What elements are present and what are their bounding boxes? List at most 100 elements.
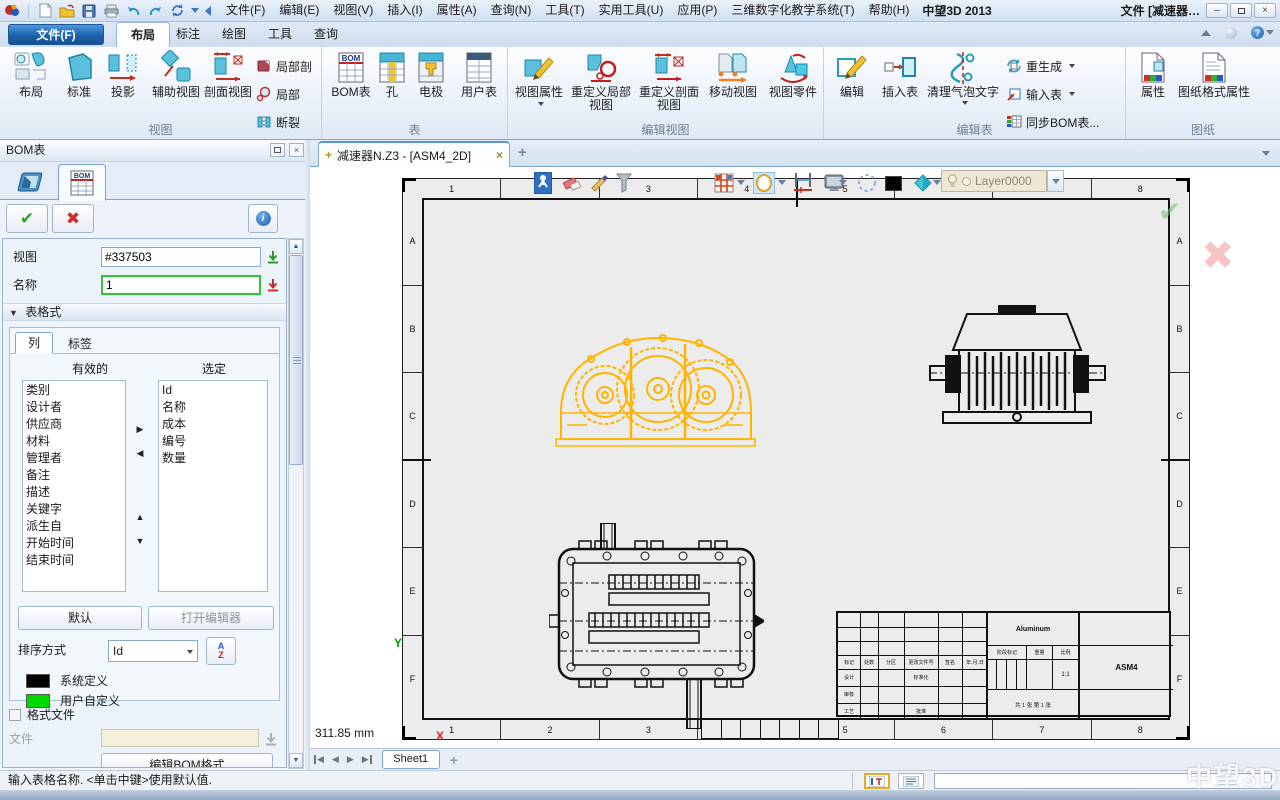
format-file-checkbox[interactable] <box>9 709 21 721</box>
tab-inquire[interactable]: 查询 <box>300 22 352 47</box>
hole-table-button[interactable]: 孔 <box>376 49 408 127</box>
grid-dropdown-icon[interactable] <box>737 180 745 185</box>
ellipse-tool-icon[interactable] <box>753 170 775 196</box>
menu-utilities[interactable]: 实用工具(U) <box>592 0 671 21</box>
menu-inquire[interactable]: 查询(N) <box>484 0 539 21</box>
last-sheet-button[interactable]: ▶ <box>362 755 372 764</box>
open-file-icon[interactable] <box>59 3 75 19</box>
regen-rotate-icon[interactable] <box>169 3 185 19</box>
add-sheet-button[interactable]: + <box>450 752 458 768</box>
redo-icon[interactable] <box>147 3 163 19</box>
prev-sheet-button[interactable]: ◀ <box>332 755 339 764</box>
list-item[interactable]: 材料 <box>26 433 122 450</box>
exit-sketch-icon[interactable] <box>534 170 552 196</box>
available-columns-list[interactable]: 类别 设计者 供应商 材料 管理者 备注 描述 关键字 派生自 开始时间 结束时… <box>22 380 126 592</box>
clean-balloon-text-button[interactable]: 清理气泡文字 <box>926 49 1000 127</box>
electrode-table-button[interactable]: 电极 <box>410 49 452 127</box>
info-button[interactable]: i <box>248 204 278 233</box>
sheet-settings-tab[interactable] <box>8 167 52 198</box>
name-field-input[interactable] <box>101 275 261 295</box>
sphere-icon[interactable] <box>1225 27 1237 39</box>
panel-close-button[interactable]: × <box>289 143 304 157</box>
menu-insert[interactable]: 插入(I) <box>380 0 429 21</box>
next-sheet-button[interactable]: ▶ <box>347 755 354 764</box>
tab-close-icon[interactable]: × <box>496 148 503 162</box>
standard-view-button[interactable]: 标准 <box>57 49 101 127</box>
tab-labels[interactable]: 标签 <box>56 334 104 356</box>
ok-button[interactable]: ✔ <box>6 204 48 233</box>
sync-bom-button[interactable]: 同步BOM表... <box>1006 110 1099 134</box>
sort-direction-button[interactable]: A Z <box>206 637 236 665</box>
import-table-button[interactable]: 输入表 <box>1006 82 1075 106</box>
list-item[interactable]: 结束时间 <box>26 552 122 569</box>
projection-view-button[interactable]: 投影 <box>101 49 145 127</box>
eraser-icon[interactable] <box>562 170 582 196</box>
panel-scrollbar[interactable]: ▲ ▼ <box>288 238 304 769</box>
menu-attributes[interactable]: 属性(A) <box>430 0 484 21</box>
table-format-section-header[interactable]: ▼ 表格式 <box>3 303 286 321</box>
message-log-button[interactable] <box>898 773 924 789</box>
view-part-button[interactable]: 视图零件 <box>764 49 822 127</box>
name-pick-button[interactable] <box>264 276 282 294</box>
view-attributes-button[interactable]: 视图属性 <box>512 49 566 127</box>
undo-icon[interactable] <box>125 3 141 19</box>
list-item[interactable]: 数量 <box>162 450 264 467</box>
list-item[interactable]: 编号 <box>162 433 264 450</box>
first-sheet-button[interactable]: ◀ <box>314 755 324 764</box>
dashed-circle-icon[interactable] <box>857 170 877 196</box>
move-up-button[interactable]: ▲ <box>132 512 148 522</box>
move-down-button[interactable]: ▼ <box>132 536 148 546</box>
broken-view-button[interactable]: 断裂 <box>256 110 300 134</box>
list-item[interactable]: 关键字 <box>26 501 122 518</box>
display-dropdown-icon[interactable] <box>839 180 847 185</box>
regenerate-button[interactable]: 重生成 <box>1006 54 1075 78</box>
restore-button[interactable] <box>1230 3 1252 18</box>
ribbon-collapse-icon[interactable] <box>1201 30 1211 36</box>
dimension-icon[interactable] <box>793 170 813 196</box>
view-pick-button[interactable] <box>264 248 282 266</box>
add-column-button[interactable]: ▶ <box>132 424 148 435</box>
move-view-button[interactable]: 移动视图 <box>704 49 762 127</box>
save-icon[interactable] <box>81 3 97 19</box>
panel-restore-button[interactable] <box>270 143 285 157</box>
minimize-button[interactable]: – <box>1206 3 1228 18</box>
sort-mode-select[interactable]: Id <box>108 640 198 662</box>
new-document-tab-button[interactable]: + <box>518 144 527 161</box>
layer-dropdown-button[interactable] <box>1047 170 1064 192</box>
open-editor-button[interactable]: 打开编辑器 <box>148 606 274 630</box>
help-button[interactable]: ? <box>1251 26 1274 39</box>
list-item[interactable]: 供应商 <box>26 416 122 433</box>
menu-3d-teaching-system[interactable]: 三维数字化教学系统(T) <box>724 0 861 21</box>
drawing-sheet[interactable]: 12345678 12345678 ABCDEF ABCDEF <box>402 178 1190 740</box>
view-field-input[interactable] <box>101 247 261 267</box>
selected-columns-list[interactable]: Id 名称 成本 编号 数量 <box>158 380 268 592</box>
new-file-icon[interactable] <box>37 3 53 19</box>
front-view-highlighted[interactable] <box>553 317 758 449</box>
shaded-dropdown-icon[interactable] <box>933 180 941 185</box>
bom-tab-active[interactable]: BOM <box>58 164 106 201</box>
scrollbar-thumb[interactable] <box>289 255 303 465</box>
brush-icon[interactable] <box>590 170 610 196</box>
list-item[interactable]: 开始时间 <box>26 535 122 552</box>
menu-tools[interactable]: 工具(T) <box>538 0 591 21</box>
top-view[interactable] <box>549 523 764 729</box>
list-item[interactable]: 类别 <box>26 382 122 399</box>
scroll-up-button[interactable]: ▲ <box>289 239 303 254</box>
auxiliary-view-button[interactable]: 辅助视图 <box>146 49 206 127</box>
sheet-format-attributes-button[interactable]: 图纸格式属性 <box>1176 49 1252 127</box>
color-swatch-icon[interactable] <box>885 170 902 196</box>
document-tab[interactable]: + 减速器N.Z3 - [ASM4_2D] × <box>318 141 510 167</box>
list-item[interactable]: 备注 <box>26 467 122 484</box>
menu-help[interactable]: 帮助(H) <box>862 0 917 21</box>
sheet-tab-active[interactable]: Sheet1 <box>382 750 440 769</box>
remove-column-button[interactable]: ◀ <box>132 448 148 459</box>
ellipse-dropdown-icon[interactable] <box>778 180 786 185</box>
menu-applications[interactable]: 应用(P) <box>670 0 724 21</box>
bom-table-button[interactable]: BOM BOM表 <box>328 49 374 127</box>
side-view[interactable] <box>929 304 1106 436</box>
tab-drawing[interactable]: 绘图 <box>208 22 260 47</box>
list-item[interactable]: 名称 <box>162 399 264 416</box>
redefine-local-view-button[interactable]: 重定义局部视图 <box>568 49 634 127</box>
local-view-button[interactable]: 局部 <box>256 82 300 106</box>
scroll-down-button[interactable]: ▼ <box>289 753 303 768</box>
